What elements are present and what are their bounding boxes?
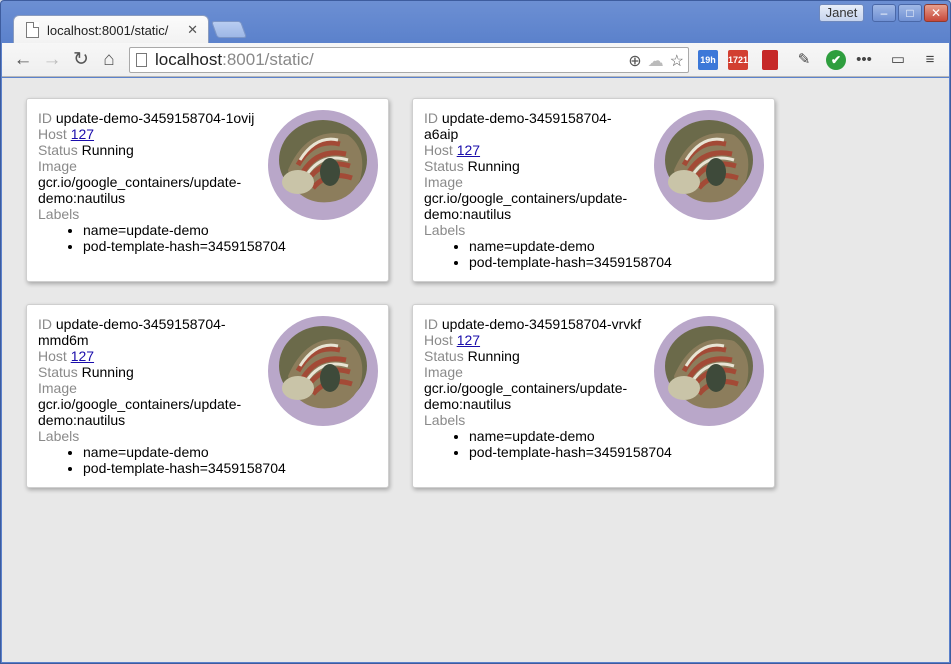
minimize-button[interactable]: –	[872, 4, 896, 22]
labels-list: name=update-demo pod-template-hash=34591…	[83, 222, 383, 254]
labels-list: name=update-demo pod-template-hash=34591…	[469, 428, 769, 460]
label-item: pod-template-hash=3459158704	[469, 254, 769, 270]
id-label: ID	[38, 316, 52, 332]
url-host: localhost	[155, 50, 223, 69]
labels-list: name=update-demo pod-template-hash=34591…	[83, 444, 383, 476]
toolbar: ← → ↻ ⌂ localhost:8001/static/ ⊕ ☁ ☆ 19h…	[2, 43, 949, 77]
pod-image: gcr.io/google_containers/update-demo:nau…	[424, 190, 628, 222]
tab-strip: localhost:8001/static/ ✕ Janet – □ ✕	[1, 1, 950, 44]
image-label: Image	[38, 380, 77, 396]
id-label: ID	[38, 110, 52, 126]
status-label: Status	[38, 364, 78, 380]
id-label: ID	[424, 110, 438, 126]
pod-id: update-demo-3459158704-a6aip	[424, 110, 612, 142]
bookmark-star-icon[interactable]: ☆	[670, 51, 684, 71]
pod-status: Running	[81, 364, 134, 380]
mail-extension-icon[interactable]: 1721	[728, 50, 748, 70]
status-label: Status	[38, 142, 78, 158]
profile-button[interactable]: Janet	[819, 4, 864, 22]
label-item: name=update-demo	[469, 238, 769, 254]
cast-extension-icon[interactable]: ▭	[888, 50, 908, 70]
label-item: pod-template-hash=3459158704	[83, 238, 383, 254]
address-bar[interactable]: localhost:8001/static/ ⊕ ☁ ☆	[129, 47, 689, 73]
tool-extension-icon[interactable]: ✎	[794, 50, 814, 70]
status-label: Status	[424, 348, 464, 364]
label-item: name=update-demo	[83, 222, 383, 238]
image-label: Image	[424, 174, 463, 190]
host-label: Host	[424, 142, 453, 158]
nautilus-image	[268, 110, 378, 220]
pod-status: Running	[81, 142, 134, 158]
zoom-icon[interactable]: ⊕	[628, 51, 641, 71]
book-extension-icon[interactable]	[762, 50, 778, 70]
pod-card: ID update-demo-3459158704-mmd6m Host 127…	[26, 304, 389, 488]
pod-status: Running	[467, 348, 520, 364]
pod-image: gcr.io/google_containers/update-demo:nau…	[38, 396, 242, 428]
pod-image: gcr.io/google_containers/update-demo:nau…	[424, 380, 628, 412]
tab-localhost[interactable]: localhost:8001/static/ ✕	[13, 15, 209, 44]
pod-id: update-demo-3459158704-mmd6m	[38, 316, 226, 348]
labels-label: Labels	[424, 222, 466, 238]
host-label: Host	[424, 332, 453, 348]
pod-image: gcr.io/google_containers/update-demo:nau…	[38, 174, 242, 206]
calendar-extension-icon[interactable]: 19h	[698, 50, 718, 70]
host-label: Host	[38, 126, 67, 142]
page-info-icon[interactable]	[136, 53, 147, 67]
reload-icon[interactable]: ↻	[70, 49, 92, 71]
nautilus-image	[654, 110, 764, 220]
id-label: ID	[424, 316, 438, 332]
browser-window: localhost:8001/static/ ✕ Janet – □ ✕ ← →…	[0, 0, 951, 664]
label-item: pod-template-hash=3459158704	[83, 460, 383, 476]
pod-status: Running	[467, 158, 520, 174]
host-link[interactable]: 127	[71, 126, 94, 142]
url-text: localhost:8001/static/	[155, 50, 314, 70]
pod-id: update-demo-3459158704-vrvkf	[441, 316, 642, 332]
page-content: ID update-demo-3459158704-1ovij Host 127…	[2, 78, 949, 662]
url-path: :8001/static/	[222, 50, 314, 69]
close-window-button[interactable]: ✕	[924, 4, 948, 22]
pod-card: ID update-demo-3459158704-a6aip Host 127…	[412, 98, 775, 282]
pod-card: ID update-demo-3459158704-1ovij Host 127…	[26, 98, 389, 282]
tab-close-icon[interactable]: ✕	[187, 22, 198, 38]
labels-list: name=update-demo pod-template-hash=34591…	[469, 238, 769, 270]
image-label: Image	[38, 158, 77, 174]
maximize-button[interactable]: □	[898, 4, 922, 22]
new-tab-button[interactable]	[210, 21, 248, 38]
tab-title: localhost:8001/static/	[47, 22, 169, 38]
label-item: name=update-demo	[83, 444, 383, 460]
checkmark-extension-icon[interactable]: ✔	[826, 50, 846, 70]
labels-label: Labels	[38, 428, 80, 444]
forward-icon[interactable]: →	[41, 49, 63, 71]
label-item: pod-template-hash=3459158704	[469, 444, 769, 460]
home-icon[interactable]: ⌂	[98, 49, 120, 71]
label-item: name=update-demo	[469, 428, 769, 444]
nautilus-image	[268, 316, 378, 426]
menu-icon[interactable]: ≡	[920, 50, 940, 70]
status-label: Status	[424, 158, 464, 174]
host-link[interactable]: 127	[457, 142, 480, 158]
host-link[interactable]: 127	[71, 348, 94, 364]
pod-id: update-demo-3459158704-1ovij	[55, 110, 255, 126]
dots-extension-icon[interactable]: •••	[854, 50, 874, 70]
back-icon[interactable]: ←	[12, 49, 34, 71]
image-label: Image	[424, 364, 463, 380]
nautilus-image	[654, 316, 764, 426]
translate-icon[interactable]: ☁	[648, 51, 664, 71]
page-icon	[26, 22, 39, 38]
host-label: Host	[38, 348, 67, 364]
host-link[interactable]: 127	[457, 332, 480, 348]
pod-card: ID update-demo-3459158704-vrvkf Host 127…	[412, 304, 775, 488]
